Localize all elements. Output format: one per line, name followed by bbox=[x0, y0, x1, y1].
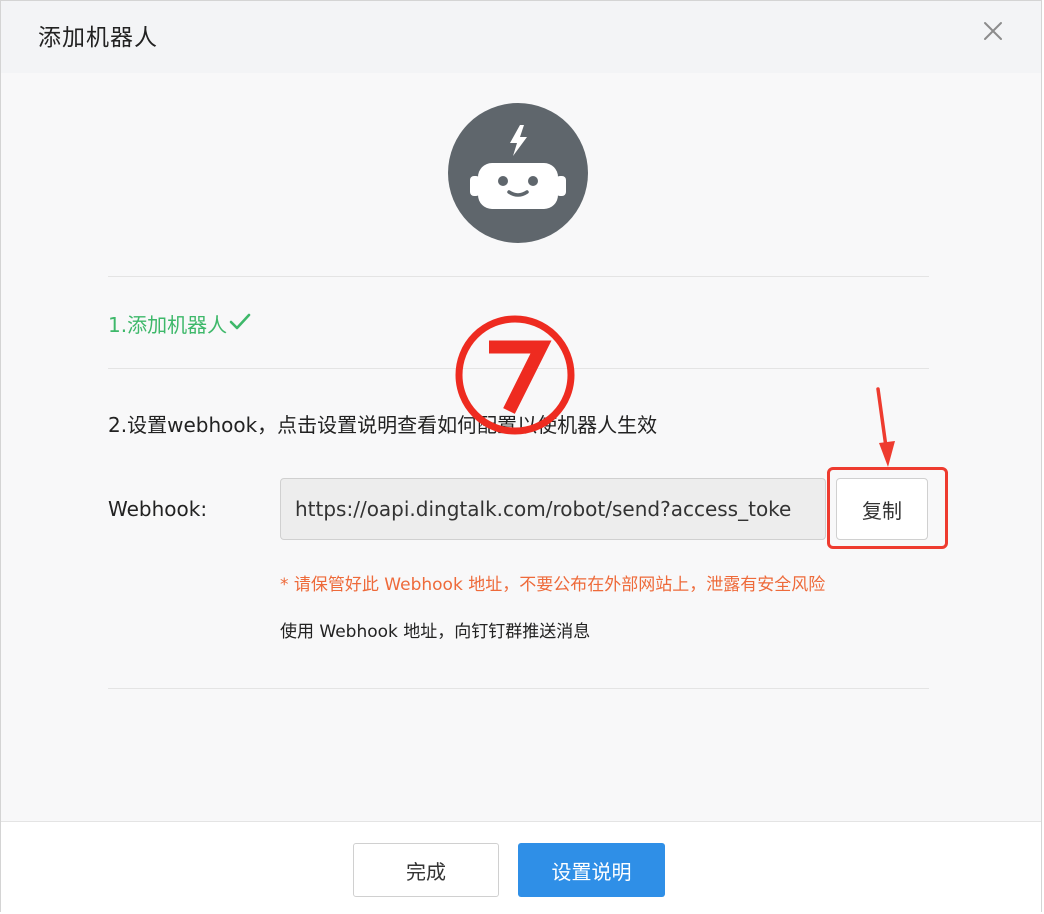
copy-highlight-box bbox=[827, 467, 948, 549]
webhook-url-input[interactable] bbox=[280, 478, 826, 540]
security-warning: * 请保管好此 Webhook 地址，不要公布在外部网站上，泄露有安全风险 bbox=[280, 575, 826, 595]
dialog-header: 添加机器人 bbox=[1, 1, 1041, 73]
add-robot-dialog: 添加机器人 1.添加机器人 2.设置webhook，点击设置说明查看如何配置以使… bbox=[0, 0, 1042, 913]
setup-help-button[interactable]: 设置说明 bbox=[518, 843, 665, 897]
webhook-label: Webhook: bbox=[108, 497, 208, 521]
checkmark-icon bbox=[229, 312, 251, 336]
divider bbox=[108, 276, 929, 277]
dialog-footer: 完成 设置说明 bbox=[1, 821, 1041, 913]
robot-icon bbox=[448, 103, 588, 243]
step-1: 1.添加机器人 bbox=[108, 309, 251, 338]
step-1-label: 1.添加机器人 bbox=[108, 313, 228, 337]
divider bbox=[108, 688, 929, 689]
usage-hint: 使用 Webhook 地址，向钉钉群推送消息 bbox=[280, 622, 591, 642]
arrow-annotation bbox=[871, 387, 899, 471]
step-marker-annotation bbox=[453, 313, 577, 437]
dialog-title: 添加机器人 bbox=[38, 25, 158, 51]
close-icon[interactable] bbox=[981, 19, 1005, 43]
dialog-content: 1.添加机器人 2.设置webhook，点击设置说明查看如何配置以使机器人生效 … bbox=[1, 73, 1041, 821]
done-button[interactable]: 完成 bbox=[353, 843, 499, 897]
